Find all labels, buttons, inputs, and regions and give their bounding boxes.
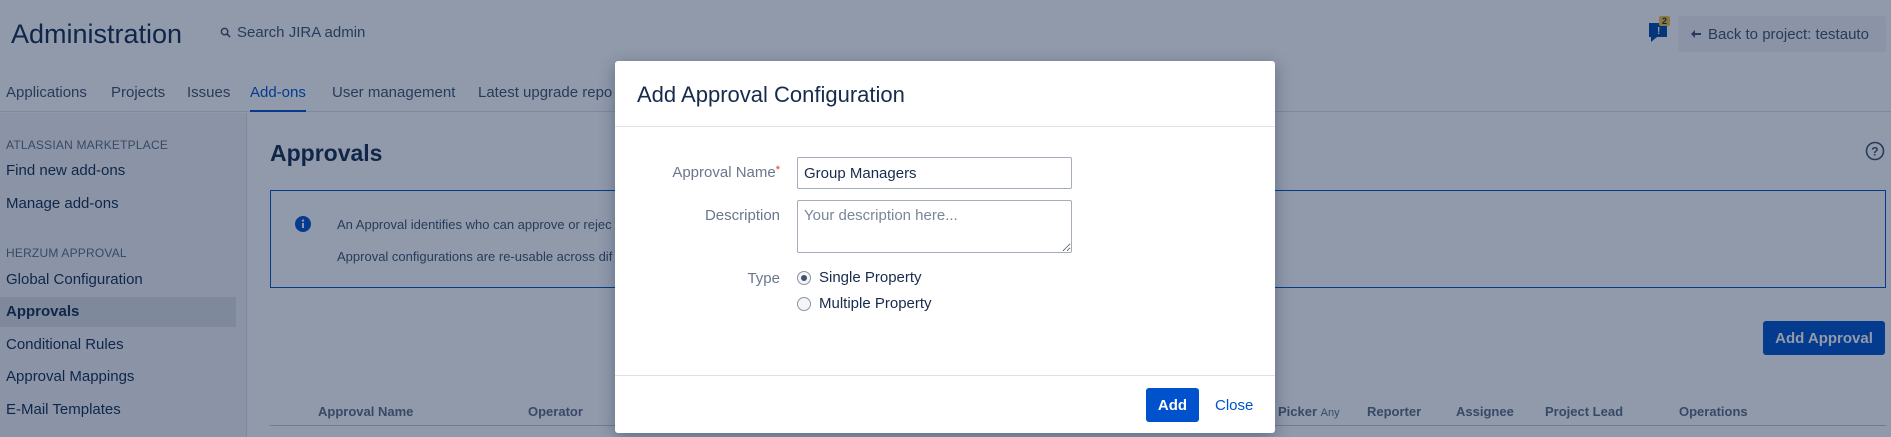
type-option-single[interactable]: Single Property xyxy=(797,269,922,286)
dialog-title: Add Approval Configuration xyxy=(637,82,905,107)
dialog-close-link[interactable]: Close xyxy=(1215,397,1253,414)
required-marker: * xyxy=(775,164,780,176)
add-approval-dialog: Add Approval Configuration Approval Name… xyxy=(615,61,1275,433)
approval-name-label: Approval Name* xyxy=(672,164,780,181)
description-textarea[interactable] xyxy=(797,200,1072,253)
type-option-multiple[interactable]: Multiple Property xyxy=(797,295,932,312)
description-label: Description xyxy=(704,207,780,224)
radio-single-property[interactable] xyxy=(797,270,811,285)
type-option-multiple-label: Multiple Property xyxy=(819,295,932,312)
type-label: Type xyxy=(747,270,780,287)
approval-name-label-text: Approval Name xyxy=(672,164,776,181)
approval-name-input[interactable] xyxy=(797,157,1072,189)
dialog-add-button[interactable]: Add xyxy=(1146,388,1199,422)
radio-multiple-property[interactable] xyxy=(797,296,811,311)
dialog-header: Add Approval Configuration xyxy=(615,61,1275,127)
type-option-single-label: Single Property xyxy=(819,269,922,286)
